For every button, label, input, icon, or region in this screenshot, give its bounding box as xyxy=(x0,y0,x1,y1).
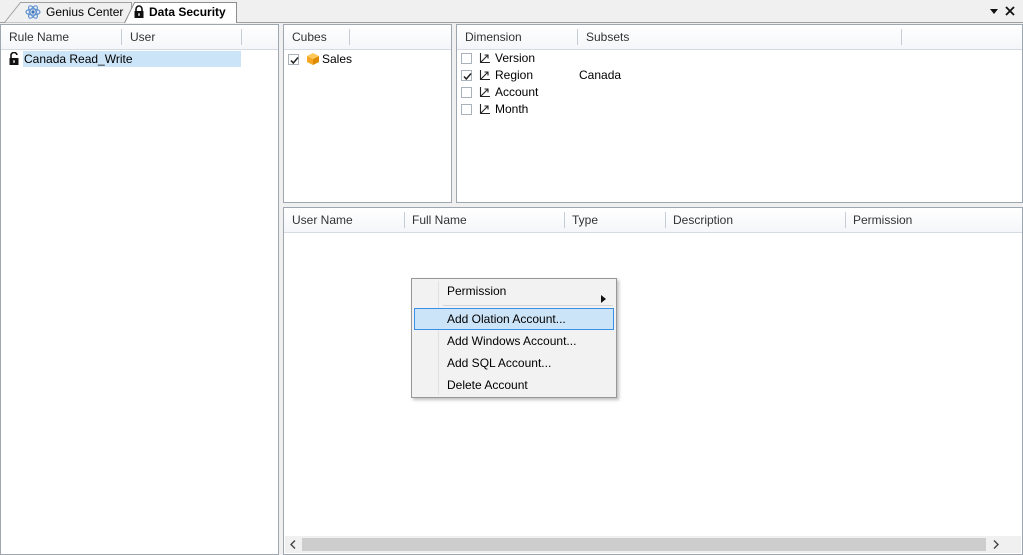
column-header-subsets[interactable]: Subsets xyxy=(578,25,629,49)
document-tab-strip: Genius Center Data Security xyxy=(0,0,1023,24)
rule-name-cell: Canada Read_Write xyxy=(24,52,133,66)
rule-row[interactable]: Canada Read_Write xyxy=(1,51,278,68)
menu-item-permission[interactable]: Permission xyxy=(414,280,614,303)
cube-icon xyxy=(306,52,320,71)
menu-item-label: Add Windows Account... xyxy=(447,334,577,348)
menu-item-label: Permission xyxy=(447,284,507,298)
tab-label: Genius Center xyxy=(46,5,124,19)
chevron-down-icon[interactable] xyxy=(987,4,1001,18)
column-header-dimension[interactable]: Dimension xyxy=(457,25,522,49)
cube-row[interactable]: Sales xyxy=(284,51,451,68)
dimension-name: Account xyxy=(495,85,539,99)
dimension-name: Month xyxy=(495,102,529,116)
dimension-header: Dimension Subsets xyxy=(457,25,1022,50)
column-header-description[interactable]: Description xyxy=(665,208,733,232)
submenu-arrow-icon xyxy=(601,288,606,310)
column-divider[interactable] xyxy=(241,29,242,45)
lock-icon xyxy=(133,5,145,22)
dimension-name: Version xyxy=(495,51,536,65)
column-divider[interactable] xyxy=(901,29,902,45)
menu-item-add-olation-account[interactable]: Add Olation Account... xyxy=(414,308,614,330)
users-panel: User Name Full Name Type Description Per… xyxy=(283,207,1023,555)
close-icon[interactable] xyxy=(1003,4,1017,18)
dimension-checkbox[interactable] xyxy=(461,104,472,115)
scroll-left-arrow-icon[interactable] xyxy=(285,536,302,553)
column-divider[interactable] xyxy=(349,29,350,45)
subset-value: Canada xyxy=(579,68,622,82)
cube-checkbox[interactable] xyxy=(288,54,299,65)
hierarchy-icon xyxy=(479,103,491,120)
column-header-type[interactable]: Type xyxy=(564,208,598,232)
dimension-name: Region xyxy=(495,68,534,82)
cubes-header: Cubes xyxy=(284,25,451,50)
scrollbar-thumb[interactable] xyxy=(302,538,986,551)
tab-data-security[interactable]: Data Security xyxy=(124,2,238,24)
atom-icon xyxy=(25,4,41,23)
column-header-user-name[interactable]: User Name xyxy=(284,208,353,232)
context-menu: Permission Add Olation Account... Add Wi… xyxy=(411,278,617,398)
column-header-user[interactable]: User xyxy=(122,25,155,49)
menu-separator xyxy=(443,305,613,306)
horizontal-scrollbar[interactable] xyxy=(285,536,1021,553)
column-header-cubes[interactable]: Cubes xyxy=(284,25,327,49)
scroll-right-arrow-icon[interactable] xyxy=(987,536,1004,553)
unlock-icon xyxy=(8,51,20,71)
dimension-row[interactable]: Account xyxy=(457,84,1022,101)
dimension-checkbox[interactable] xyxy=(461,53,472,64)
users-header: User Name Full Name Type Description Per… xyxy=(284,208,1022,233)
dimension-row[interactable]: Version xyxy=(457,50,1022,67)
tab-label: Data Security xyxy=(149,5,226,19)
column-header-full-name[interactable]: Full Name xyxy=(404,208,467,232)
menu-item-label: Add SQL Account... xyxy=(447,356,552,370)
menu-item-delete-account[interactable]: Delete Account xyxy=(414,374,614,396)
dimension-checkbox[interactable] xyxy=(461,87,472,98)
dimension-row[interactable]: Month xyxy=(457,101,1022,118)
column-header-permission[interactable]: Permission xyxy=(845,208,912,232)
menu-item-add-sql-account[interactable]: Add SQL Account... xyxy=(414,352,614,374)
menu-item-add-windows-account[interactable]: Add Windows Account... xyxy=(414,330,614,352)
column-header-rule-name[interactable]: Rule Name xyxy=(1,25,69,49)
dimension-checkbox[interactable] xyxy=(461,70,472,81)
menu-item-label: Delete Account xyxy=(447,378,528,392)
rules-header: Rule Name User xyxy=(1,25,278,50)
dimension-row[interactable]: Region Canada xyxy=(457,67,1022,84)
menu-item-label: Add Olation Account... xyxy=(447,312,566,326)
cube-name: Sales xyxy=(322,52,353,66)
tab-genius-center[interactable]: Genius Center xyxy=(4,2,132,23)
dimension-panel: Dimension Subsets Version Region Canada … xyxy=(456,24,1023,203)
cubes-panel: Cubes Sales xyxy=(283,24,452,203)
rules-panel: Rule Name User Canada Read_Write xyxy=(0,24,279,555)
